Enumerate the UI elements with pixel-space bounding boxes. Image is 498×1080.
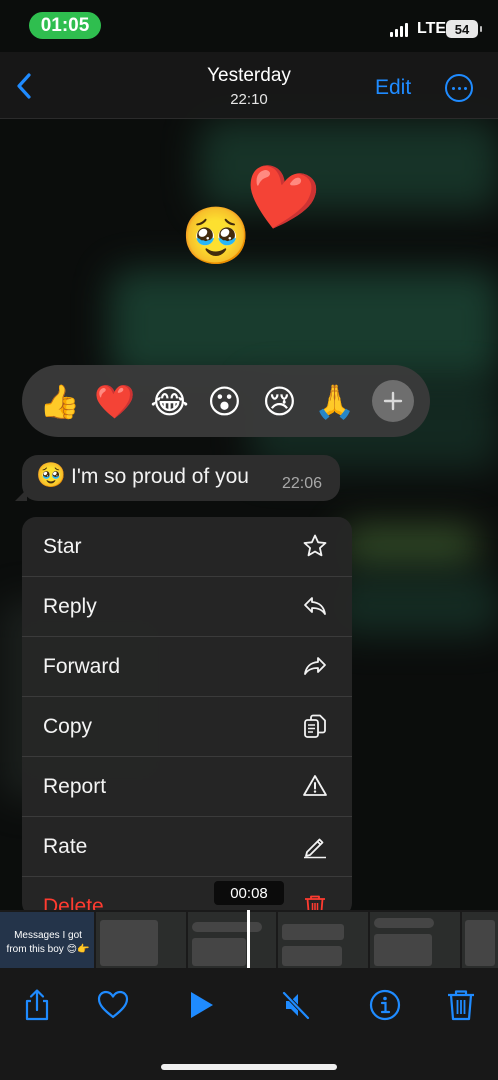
message-bubble[interactable]: 🥹 I'm so proud of you 22:06 [15,455,340,501]
pencil-icon [304,838,326,859]
battery-icon: 54 [446,20,482,38]
trash-icon [448,990,474,1021]
play-icon [191,992,213,1018]
mute-button[interactable] [280,988,314,1022]
add-reaction-button[interactable] [372,380,414,422]
edit-button[interactable]: Edit [375,76,411,100]
thumbnail-caption: Messages I got from this boy 😊👉 [6,930,90,955]
status-time: 01:05 [29,12,101,39]
more-button[interactable] [445,74,473,102]
video-duration: 00:08 [214,881,284,905]
nav-subtitle: 22:10 [230,91,268,108]
video-scrubber[interactable]: Messages I got from this boy 😊👉 [0,910,498,968]
info-button[interactable] [368,988,402,1022]
mute-icon [282,991,310,1020]
menu-item-forward[interactable]: Forward [22,637,352,697]
bubble-tail [15,489,27,501]
frame-thumbnail [370,912,460,968]
reply-icon [304,597,326,615]
reaction-thumbs-up[interactable]: 👍 [32,385,87,418]
nav-bar: Yesterday 22:10 Edit [0,52,498,119]
back-button[interactable] [8,64,40,108]
heart-icon [97,990,129,1019]
frame-thumbnail: Messages I got from this boy 😊👉 [0,912,94,968]
play-button[interactable] [184,988,218,1022]
reaction-bar: 👍 ❤️ 😂 😮 😢 🙏 [22,365,430,437]
frame-thumbnail [188,912,276,968]
message-emoji: 🥹 [36,462,66,489]
playhead[interactable] [247,910,250,968]
menu-item-label: Reply [43,595,97,618]
background-blur [340,525,480,565]
reaction-wow[interactable]: 😮 [197,385,252,418]
background-blur [110,270,498,380]
nav-title: Yesterday [207,65,291,86]
menu-item-copy[interactable]: Copy [22,697,352,757]
favorite-button[interactable] [96,988,130,1022]
copy-icon [304,714,326,738]
message-text: I'm so proud of you [71,465,249,488]
star-icon [303,534,327,557]
menu-item-label: Star [43,535,82,558]
chevron-left-icon [17,73,31,99]
menu-item-label: Report [43,775,107,798]
forward-icon [304,657,326,675]
frame-thumbnail [462,912,498,968]
menu-item-report[interactable]: Report [22,757,352,817]
share-button[interactable] [20,988,54,1022]
frame-thumbnail [278,912,368,968]
reaction-pray[interactable]: 🙏 [307,385,362,418]
share-icon [25,989,49,1021]
menu-item-star[interactable]: Star [22,517,352,577]
background-blur [330,575,498,635]
reaction-sad[interactable]: 😢 [252,385,307,418]
menu-item-label: Copy [43,715,93,738]
delete-button[interactable] [444,988,478,1022]
ellipsis-circle-icon [451,86,455,90]
reaction-heart[interactable]: ❤️ [87,385,142,418]
reaction-laugh[interactable]: 😂 [142,385,197,418]
menu-item-rate[interactable]: Rate [22,817,352,877]
home-indicator [161,1064,337,1070]
menu-item-label: Rate [43,835,88,858]
signal-icon [390,23,408,37]
message-time: 22:06 [282,475,323,492]
status-bar: 01:05 LTE 54 [0,0,498,52]
network-type: LTE [417,20,447,37]
context-menu: Star Reply Forward Copy Report Rate Dele… [22,517,352,917]
menu-item-reply[interactable]: Reply [22,577,352,637]
plus-icon [383,391,403,411]
menu-item-label: Forward [43,655,121,678]
warning-icon [303,775,327,796]
frame-thumbnail [96,912,186,968]
info-icon [369,989,401,1021]
